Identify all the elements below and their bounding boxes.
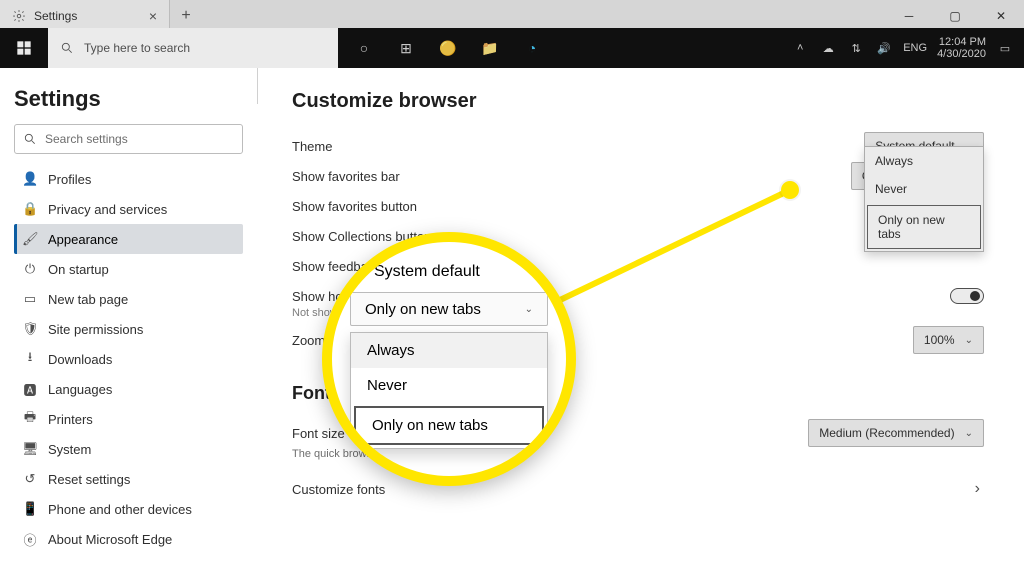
sidebar-item-startup[interactable]: ⏻On startup (14, 254, 243, 284)
sidebar-item-privacy[interactable]: 🔒Privacy and services (14, 194, 243, 224)
chevron-down-icon: ⌄ (965, 428, 973, 439)
callout-anchor-dot (781, 181, 799, 199)
sidebar-item-appearance[interactable]: 🖌Appearance (14, 224, 243, 254)
tray-onedrive-icon[interactable]: ☁ (819, 39, 837, 57)
chevron-right-icon[interactable]: › (975, 480, 984, 498)
callout-option-only-new-tabs[interactable]: Only on new tabs (354, 406, 544, 445)
about-icon: ⓔ (22, 530, 38, 549)
font-size-select[interactable]: Medium (Recommended)⌄ (808, 419, 984, 447)
chevron-down-icon: ⌄ (525, 304, 533, 315)
customize-fonts-label: Customize fonts (292, 482, 975, 497)
sidebar-item-permissions[interactable]: 🛡Site permissions (14, 314, 243, 344)
callout-favbar-dropdown: Always Never Only on new tabs (350, 332, 548, 449)
download-icon: ⭳ (22, 348, 38, 370)
settings-sidebar: Settings Search settings 👤Profiles 🔒Priv… (0, 68, 258, 104)
phone-icon: 📱 (22, 501, 38, 517)
favorites-bar-option-never[interactable]: Never (865, 175, 983, 203)
sidebar-item-languages[interactable]: 🅰Languages (14, 374, 243, 404)
taskbar-search[interactable]: Type here to search (48, 28, 338, 68)
sidebar-item-reset[interactable]: ↺Reset settings (14, 464, 243, 494)
theme-label: Theme (292, 139, 864, 154)
callout-favbar-select[interactable]: Only on new tabs⌄ (350, 292, 548, 326)
sidebar-item-phone[interactable]: 📱Phone and other devices (14, 494, 243, 524)
taskbar-explorer-icon[interactable]: 📁 (470, 28, 510, 68)
favorites-bar-option-only-new-tabs[interactable]: Only on new tabs (867, 205, 981, 249)
settings-nav: 👤Profiles 🔒Privacy and services 🖌Appeara… (14, 164, 243, 554)
task-view-icon[interactable]: ⊞ (386, 28, 426, 68)
callout-theme-select[interactable]: System default (350, 258, 548, 286)
tray-chevron-icon[interactable]: ˄ (791, 39, 809, 57)
taskbar-edge-icon[interactable]: ◔ (512, 28, 552, 68)
sidebar-item-system[interactable]: 🖥System (14, 434, 243, 464)
favorites-bar-label: Show favorites bar (292, 169, 851, 184)
taskbar-chrome-icon[interactable]: 🟡 (428, 28, 468, 68)
settings-heading: Settings (14, 86, 243, 112)
reset-icon: ↺ (22, 471, 38, 487)
sidebar-item-printers[interactable]: 🖶Printers (14, 404, 243, 434)
permissions-icon: 🛡 (22, 321, 38, 337)
close-tab-icon[interactable]: × (149, 8, 157, 24)
lock-icon: 🔒 (22, 201, 38, 217)
system-icon: 🖥 (22, 441, 38, 457)
cortana-icon[interactable]: ○ (344, 28, 384, 68)
gear-icon (12, 9, 26, 23)
search-icon (60, 41, 74, 55)
sidebar-item-profiles[interactable]: 👤Profiles (14, 164, 243, 194)
tray-clock[interactable]: 12:04 PM 4/30/2020 (937, 36, 986, 60)
printer-icon: 🖶 (22, 408, 38, 430)
search-icon (23, 132, 37, 146)
favorites-bar-dropdown: Always Never Only on new tabs (864, 146, 984, 252)
tray-notifications-icon[interactable]: ▭ (996, 39, 1014, 57)
chevron-down-icon: ⌄ (965, 335, 973, 346)
tray-volume-icon[interactable]: 🔊 (875, 39, 893, 57)
newtab-icon: ▭ (22, 291, 38, 307)
sidebar-item-downloads[interactable]: ⭳Downloads (14, 344, 243, 374)
languages-icon: 🅰 (22, 380, 38, 399)
search-settings-input[interactable]: Search settings (14, 124, 243, 154)
power-icon: ⏻ (22, 261, 38, 277)
callout-option-always[interactable]: Always (351, 333, 547, 368)
sidebar-item-newtab[interactable]: ▭New tab page (14, 284, 243, 314)
settings-main: Customize browser Theme System default⌄ … (258, 68, 1024, 112)
start-button[interactable] (0, 28, 48, 68)
user-icon: 👤 (22, 171, 38, 187)
magnifier-callout: System default Only on new tabs⌄ Always … (322, 232, 576, 486)
taskbar: Type here to search ○ ⊞ 🟡 📁 ◔ ˄ ☁ ⇅ 🔊 EN… (0, 28, 1024, 68)
customize-browser-heading: Customize browser (292, 90, 984, 113)
favorites-bar-option-always[interactable]: Always (865, 147, 983, 175)
sidebar-item-about[interactable]: ⓔAbout Microsoft Edge (14, 524, 243, 554)
system-tray: ˄ ☁ ⇅ 🔊 ENG 12:04 PM 4/30/2020 ▭ (781, 36, 1024, 60)
windows-icon (16, 40, 32, 56)
tab-title: Settings (34, 9, 77, 23)
callout-option-never[interactable]: Never (351, 368, 547, 403)
zoom-select[interactable]: 100%⌄ (913, 326, 984, 354)
tray-network-icon[interactable]: ⇅ (847, 39, 865, 57)
home-button-toggle[interactable] (950, 288, 984, 304)
paint-icon: 🖌 (22, 231, 38, 247)
tray-language[interactable]: ENG (903, 42, 927, 54)
